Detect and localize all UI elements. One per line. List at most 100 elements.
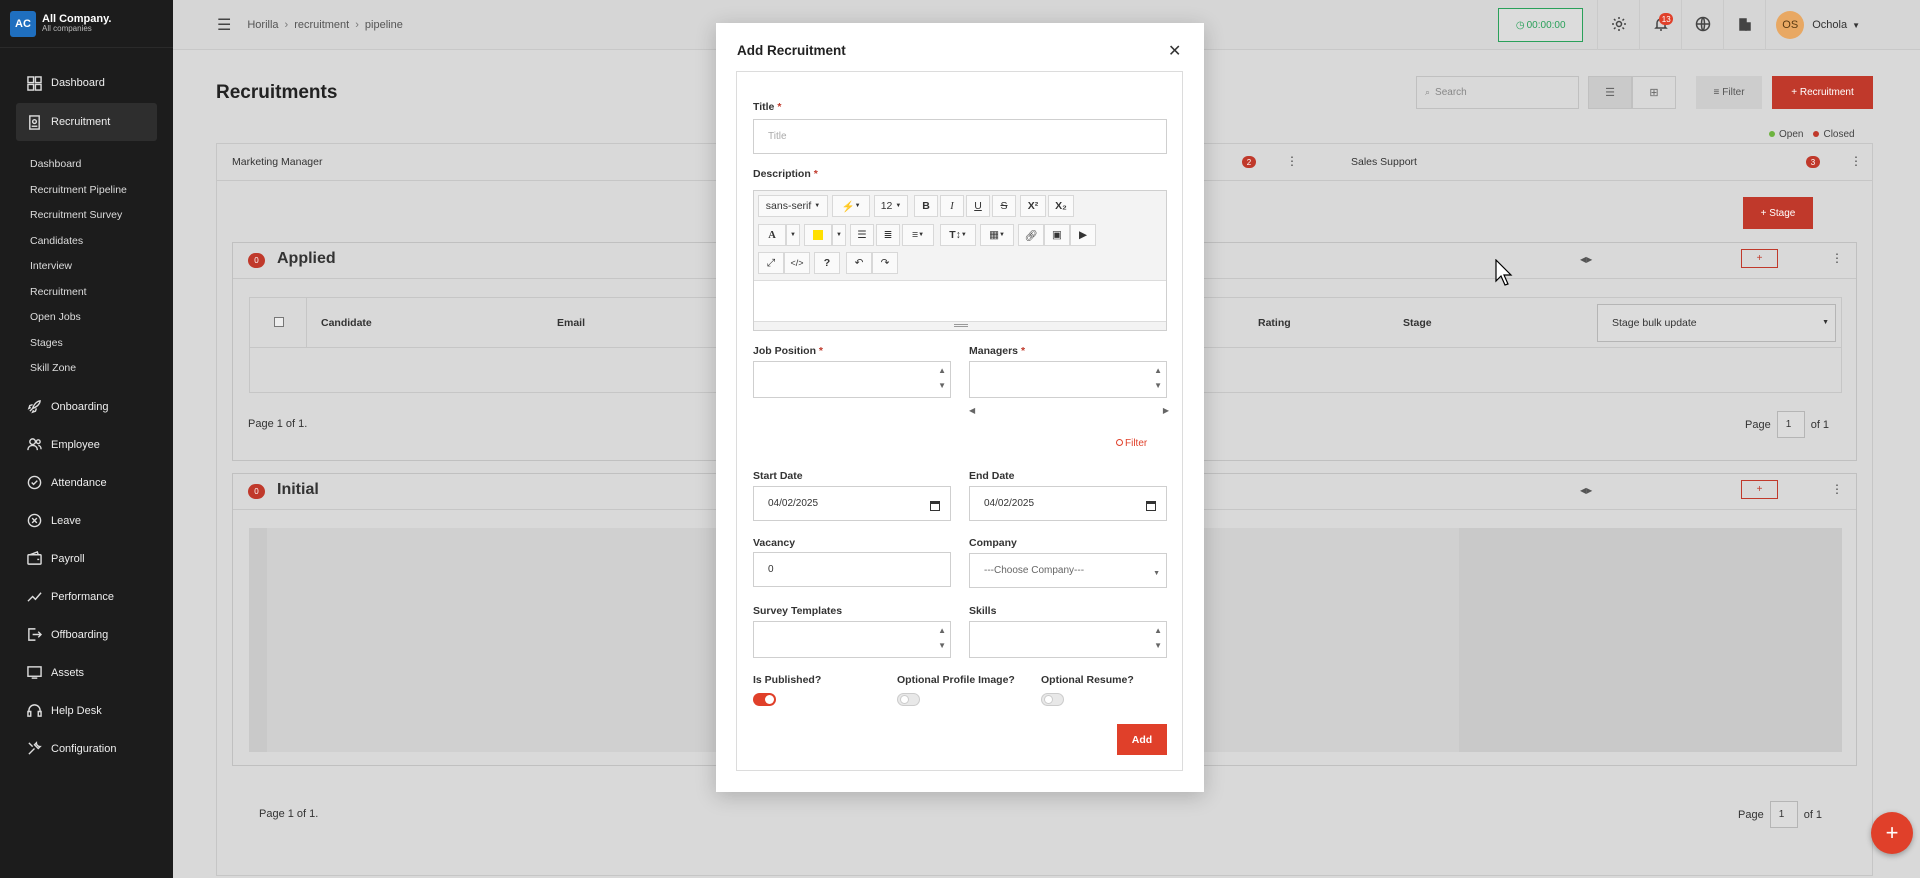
sidebar-item-attendance[interactable]: Attendance [0,464,173,502]
title-input[interactable]: Title [753,119,1167,154]
add-candidate-button[interactable]: + [1741,480,1778,499]
redo-button[interactable]: ↷ [872,252,898,274]
page-number-input[interactable]: 1 [1769,801,1798,828]
select-all-checkbox[interactable] [274,317,284,327]
optional-profile-image-toggle[interactable] [897,693,920,706]
managers-horizontal-scrollbar[interactable]: ◀ ▶ [969,406,1169,416]
line-height-button[interactable]: T↕ ▼ [940,224,976,246]
bold-button[interactable]: B [914,195,938,217]
sidebar-item-performance[interactable]: Performance [0,578,173,616]
page-number-input[interactable]: 1 [1776,411,1805,438]
subnav-dashboard[interactable]: Dashboard [0,152,173,178]
filter-button[interactable]: ≡ Filter [1696,76,1762,109]
skills-select[interactable]: ▲ ▼ [969,621,1167,658]
sidebar-item-configuration[interactable]: Configuration [0,730,173,768]
subnav-candidates[interactable]: Candidates [0,229,173,255]
link-button[interactable]: 🔗︎ [1018,224,1044,246]
managers-select[interactable]: ▲ ▼ [969,361,1167,398]
subnav-recruitment-pipeline[interactable]: Recruitment Pipeline [0,178,173,204]
add-candidate-button[interactable]: + [1741,249,1778,268]
subnav-open-jobs[interactable]: Open Jobs [0,305,173,331]
user-menu[interactable]: OS Ochola ▼ [1765,0,1920,50]
subnav-interview[interactable]: Interview [0,254,173,280]
sidebar-item-onboarding[interactable]: Onboarding [0,388,173,426]
calendar-icon[interactable] [930,501,940,511]
strikethrough-button[interactable]: S [992,195,1016,217]
legend-open[interactable]: Open [1769,129,1803,140]
breadcrumb-home[interactable]: Horilla [247,19,278,31]
video-button[interactable]: ▶ [1070,224,1096,246]
numbered-list-button[interactable]: ≣ [876,224,900,246]
sidebar-item-recruitment[interactable]: Recruitment [16,103,157,141]
tab-options-icon[interactable]: ⋮ [1286,154,1298,168]
notifications-button[interactable]: 13 [1639,0,1681,50]
font-size-select[interactable]: 12 ▼ [874,195,908,217]
sidebar-item-assets[interactable]: Assets [0,654,173,692]
font-color-dropdown[interactable]: ▼ [786,224,800,246]
bullet-list-button[interactable]: ☰ [850,224,874,246]
highlight-color-button[interactable] [804,224,832,246]
add-recruitment-button[interactable]: + Recruitment [1772,76,1873,109]
superscript-button[interactable]: X² [1020,195,1046,217]
sidebar-item-help-desk[interactable]: Help Desk [0,692,173,730]
breadcrumb-recruitment[interactable]: recruitment [294,19,349,31]
help-button[interactable]: ? [814,252,840,274]
description-textarea[interactable] [754,281,1166,321]
sidebar-item-leave[interactable]: Leave [0,502,173,540]
sidebar-item-offboarding[interactable]: Offboarding [0,616,173,654]
tab-sales-support[interactable]: Sales Support [1351,156,1417,168]
subnav-recruitment-survey[interactable]: Recruitment Survey [0,203,173,229]
company-select[interactable]: ---Choose Company--- ▼ [969,553,1167,588]
subscript-button[interactable]: X₂ [1048,195,1074,217]
managers-filter-link[interactable]: Filter [1116,438,1147,449]
optional-resume-toggle[interactable] [1041,693,1064,706]
is-published-toggle[interactable] [753,693,776,706]
undo-button[interactable]: ↶ [846,252,872,274]
stage-reorder-arrows-icon[interactable]: ◀▶ [1580,486,1592,495]
job-position-select[interactable]: ▲ ▼ [753,361,951,398]
font-color-button[interactable]: A [758,224,786,246]
brand[interactable]: AC All Company. All companies [0,0,173,48]
company-switch-button[interactable] [1723,0,1765,50]
language-button[interactable] [1681,0,1723,50]
code-view-button[interactable]: </> [784,252,810,274]
grid-view-button[interactable]: ⊞ [1632,76,1676,109]
italic-button[interactable]: I [940,195,964,217]
sidebar-item-payroll[interactable]: Payroll [0,540,173,578]
subnav-recruitment[interactable]: Recruitment [0,280,173,306]
sidebar-item-dashboard[interactable]: Dashboard [0,64,173,102]
list-view-button[interactable]: ☰ [1588,76,1632,109]
subnav-skill-zone[interactable]: Skill Zone [0,356,173,382]
image-button[interactable]: ▣ [1044,224,1070,246]
style-magic-button[interactable]: ⚡ ▼ [832,195,870,217]
tab-options-icon[interactable]: ⋮ [1850,154,1862,168]
legend-closed[interactable]: Closed [1813,129,1855,140]
start-date-input[interactable]: 04/02/2025 [753,486,951,521]
quick-add-button[interactable]: + [1871,812,1913,854]
tab-marketing-manager[interactable]: Marketing Manager [232,156,322,168]
end-date-input[interactable]: 04/02/2025 [969,486,1167,521]
underline-button[interactable]: U [966,195,990,217]
survey-templates-select[interactable]: ▲ ▼ [753,621,951,658]
search-input[interactable]: ⌕ Search [1416,76,1579,109]
stage-reorder-arrows-icon[interactable]: ◀▶ [1580,255,1592,264]
subnav-stages[interactable]: Stages [0,331,173,357]
calendar-icon[interactable] [1146,501,1156,511]
table-button[interactable]: ▦ ▼ [980,224,1014,246]
font-family-select[interactable]: sans-serif ▼ [758,195,828,217]
settings-button[interactable] [1597,0,1639,50]
attendance-timer-button[interactable]: ◷ 00:00:00 [1498,8,1584,42]
stage-options-icon[interactable]: ⋮ [1831,482,1843,496]
add-button[interactable]: Add [1117,724,1167,755]
add-stage-button[interactable]: + Stage [1743,197,1813,229]
highlight-color-dropdown[interactable]: ▼ [832,224,846,246]
stage-options-icon[interactable]: ⋮ [1831,251,1843,265]
editor-resize-handle[interactable] [754,321,1166,330]
sidebar-item-employee[interactable]: Employee [0,426,173,464]
fullscreen-button[interactable]: ⤢ [758,252,784,274]
vacancy-input[interactable]: 0 [753,552,951,587]
close-icon[interactable]: ✕ [1168,41,1181,61]
stage-bulk-update-select[interactable]: Stage bulk update ▼ [1597,304,1836,342]
align-button[interactable]: ≡ ▼ [902,224,934,246]
menu-icon[interactable]: ☰ [217,15,231,35]
